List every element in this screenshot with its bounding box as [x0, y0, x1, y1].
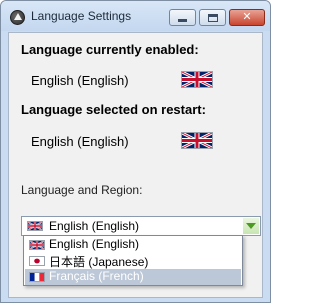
language-region-label: Language and Region:	[21, 183, 143, 197]
japan-flag-icon	[29, 256, 45, 266]
dropdown-arrow-button[interactable]	[243, 218, 259, 234]
language-settings-window: Language Settings ✕ Language currently e…	[0, 0, 271, 303]
minimize-icon	[178, 19, 187, 22]
maximize-icon	[207, 13, 218, 22]
option-label: English (English)	[49, 237, 140, 251]
maximize-button[interactable]	[199, 9, 226, 26]
language-dropdown-list: English (English) 日本語 (Japanese) Françai…	[23, 235, 243, 286]
dropdown-option-japanese[interactable]: 日本語 (Japanese)	[25, 253, 241, 269]
restart-language-value: English (English)	[31, 134, 129, 149]
chevron-down-icon	[246, 223, 256, 229]
settings-panel: Language currently enabled: English (Eng…	[8, 32, 263, 298]
close-icon: ✕	[242, 11, 252, 23]
minimize-button[interactable]	[169, 9, 196, 26]
uk-flag-icon	[27, 221, 43, 231]
restart-language-heading: Language selected on restart:	[21, 102, 206, 117]
current-language-heading: Language currently enabled:	[21, 42, 199, 57]
selected-language-text: English (English)	[49, 219, 140, 233]
language-region-select[interactable]: English (English)	[21, 216, 261, 236]
option-label: 日本語 (Japanese)	[49, 255, 149, 269]
close-button[interactable]: ✕	[229, 9, 265, 26]
window-title: Language Settings	[31, 9, 132, 23]
unity-logo-icon	[10, 10, 25, 25]
current-language-value: English (English)	[31, 73, 129, 88]
uk-flag-icon	[29, 240, 45, 250]
france-flag-icon	[29, 272, 45, 282]
title-bar[interactable]: Language Settings ✕	[1, 1, 270, 31]
dropdown-option-french[interactable]: Français (French)	[25, 269, 241, 285]
uk-flag-icon	[181, 132, 213, 149]
dropdown-option-english[interactable]: English (English)	[25, 237, 241, 253]
option-label: Français (French)	[49, 269, 144, 283]
uk-flag-icon	[181, 71, 213, 88]
